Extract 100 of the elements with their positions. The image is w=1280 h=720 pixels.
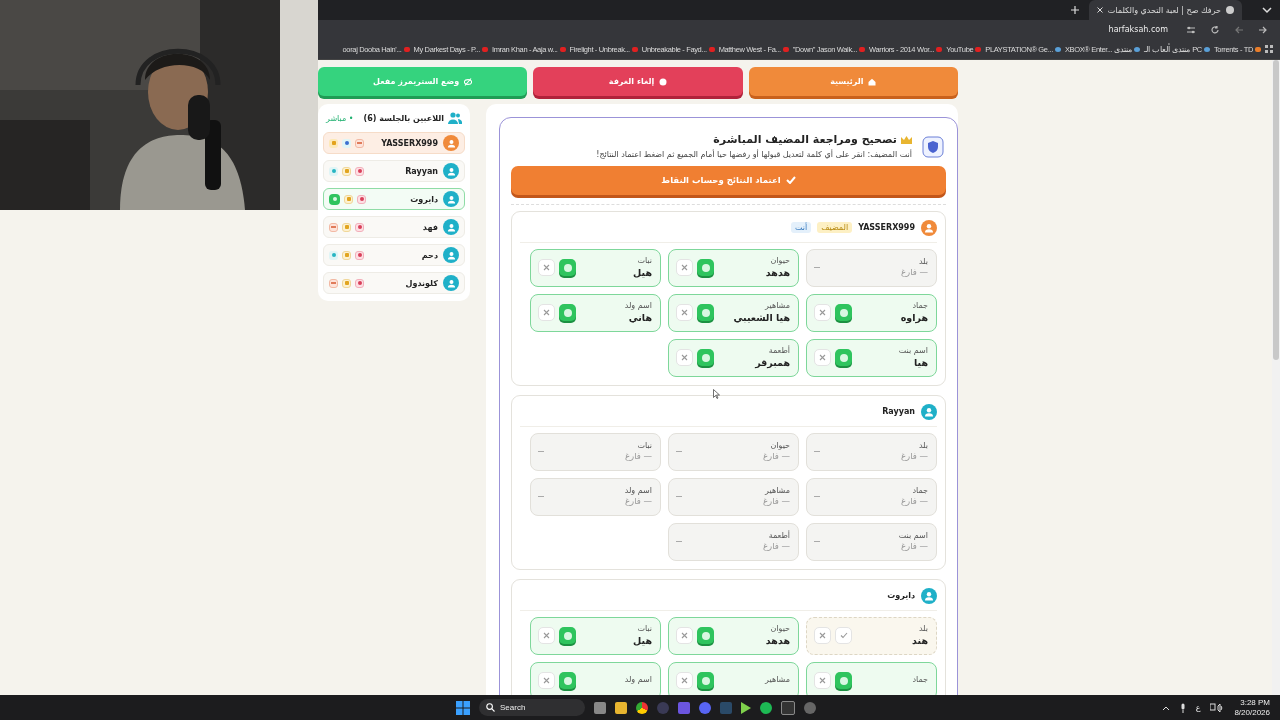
reject-button[interactable] [538, 304, 555, 322]
dash-mark [676, 541, 682, 543]
player-name: فهد [422, 222, 438, 232]
answer-cell[interactable]: مشاهير — فارغ [668, 477, 799, 516]
role-tag: أنت [790, 222, 812, 234]
search-field[interactable]: Search [479, 699, 585, 716]
play-icon[interactable] [741, 701, 751, 714]
answer-cell[interactable]: حيوان — فارغ [668, 432, 799, 471]
category-label: اسم ولد [624, 676, 652, 685]
answer-cell[interactable]: بلد — فارغ [806, 248, 937, 287]
player-row[interactable]: فهد [323, 216, 465, 238]
reject-button[interactable] [676, 349, 693, 367]
reject-button[interactable] [814, 627, 831, 645]
player-name: دحم [421, 250, 438, 260]
microphone-icon[interactable] [1179, 702, 1186, 713]
category-label: حيوان [770, 624, 790, 634]
windows-icon[interactable] [456, 700, 470, 715]
accept-toggle[interactable] [835, 304, 852, 322]
close-icon [543, 309, 550, 317]
accept-toggle[interactable] [835, 672, 852, 690]
accept-toggle[interactable] [559, 672, 576, 690]
player-row[interactable]: كلوندول [323, 272, 465, 294]
reload-icon[interactable] [1210, 24, 1220, 35]
answer-cell[interactable]: أطعمة — فارغ [668, 522, 799, 561]
hidden-eye-icon [464, 77, 473, 86]
answer-cell[interactable]: مشاهير [668, 661, 799, 695]
accept-toggle[interactable] [835, 349, 852, 367]
category-label: مشاهير [765, 301, 790, 311]
close-icon [819, 354, 826, 362]
new-tab-icon[interactable] [1070, 6, 1079, 14]
accept-toggle[interactable] [697, 672, 714, 690]
answer-cell[interactable]: بلد — فارغ [806, 432, 937, 471]
forward-icon[interactable] [1258, 24, 1268, 35]
reject-button[interactable] [676, 627, 693, 645]
reject-button[interactable] [538, 672, 555, 690]
answer-cell[interactable]: اسم بنت — فارغ [806, 522, 937, 561]
address-field[interactable]: harfaksah.com [1108, 25, 1168, 35]
answer-cell[interactable]: نبات هيل [530, 616, 661, 655]
answer-cell[interactable]: جماد — فارغ [806, 477, 937, 516]
reject-button[interactable] [538, 259, 555, 277]
answer-text: هيا الشعيبي [733, 312, 790, 324]
answer-cell[interactable]: بلد هند [806, 616, 937, 655]
language-indicator[interactable]: ع [1195, 703, 1201, 712]
player-name: Rayyan [405, 166, 438, 176]
reject-button[interactable] [676, 672, 693, 690]
answer-text: — فارغ [900, 542, 928, 552]
answer-cell[interactable]: حيوان هدهد [668, 616, 799, 655]
player-row[interactable]: دحم [323, 244, 465, 266]
answer-cell[interactable]: اسم ولد هاني [530, 293, 661, 332]
accept-toggle[interactable] [697, 349, 714, 367]
browser-tab[interactable]: حرفك صح | لعبة التحدي والكلمات [1088, 0, 1242, 20]
category-label: جماد [912, 301, 928, 311]
answer-text: هدهد [765, 267, 790, 279]
category-label: اسم بنت [898, 531, 928, 541]
answer-cell[interactable]: اسم ولد — فارغ [530, 477, 661, 516]
answer-cell[interactable]: اسم بنت هيا [806, 338, 937, 377]
player-row[interactable]: Rayyan [323, 160, 465, 182]
player-row[interactable]: دايروت [323, 188, 465, 210]
settings-icon[interactable] [1186, 24, 1196, 35]
accept-toggle[interactable] [559, 627, 576, 645]
answer-cell[interactable]: نبات — فارغ [530, 432, 661, 471]
answer-cell[interactable]: أطعمة همبرقر [668, 338, 799, 377]
browser-icon[interactable] [636, 701, 648, 714]
answer-cell[interactable]: جماد هراوه [806, 293, 937, 332]
back-icon[interactable] [1234, 24, 1244, 35]
close-icon[interactable] [1096, 7, 1103, 13]
review-subtitle: أنت المضيف: انقر على أي كلمة لتعديل قبولها أو رفضها حيا أمام الجميع ثم اضغط اعتماد النتائج! [596, 150, 912, 160]
category-label: أطعمة [768, 531, 790, 541]
accept-toggle[interactable] [697, 259, 714, 277]
close-icon [681, 632, 688, 640]
reject-button[interactable] [814, 304, 831, 322]
reject-button[interactable] [538, 627, 555, 645]
caret-icon[interactable] [1161, 704, 1170, 711]
apps-icon[interactable] [1265, 44, 1274, 54]
accept-toggle[interactable] [697, 304, 714, 322]
live-label: • مباشر [326, 113, 354, 123]
answer-cell[interactable]: نبات هيل [530, 248, 661, 287]
close-icon [819, 677, 826, 685]
answer-cell[interactable]: اسم ولد [530, 661, 661, 695]
accept-button[interactable] [835, 627, 852, 645]
reject-button[interactable] [676, 304, 693, 322]
player-name: دايروت [410, 194, 438, 204]
dash-mark [814, 541, 820, 543]
accept-toggle[interactable] [559, 304, 576, 322]
reject-button[interactable] [814, 349, 831, 367]
scroll-thumb[interactable] [1273, 60, 1279, 360]
close-icon [681, 309, 688, 317]
accept-toggle[interactable] [559, 259, 576, 277]
volume-icon[interactable] [1210, 702, 1225, 713]
answer-cell[interactable]: جماد [806, 661, 937, 695]
player-row[interactable]: YASSERX999 [323, 132, 465, 154]
nav-button[interactable]: إلغاء الغرفة [533, 67, 743, 96]
tab-search-icon[interactable] [1262, 6, 1272, 14]
answer-cell[interactable]: حيوان هدهد [668, 248, 799, 287]
clock-date: 8/20/2026 [1234, 707, 1270, 717]
reject-button[interactable] [676, 259, 693, 277]
accept-toggle[interactable] [697, 627, 714, 645]
answer-cell[interactable]: مشاهير هيا الشعيبي [668, 293, 799, 332]
answer-text: — فارغ [762, 497, 790, 507]
reject-button[interactable] [814, 672, 831, 690]
